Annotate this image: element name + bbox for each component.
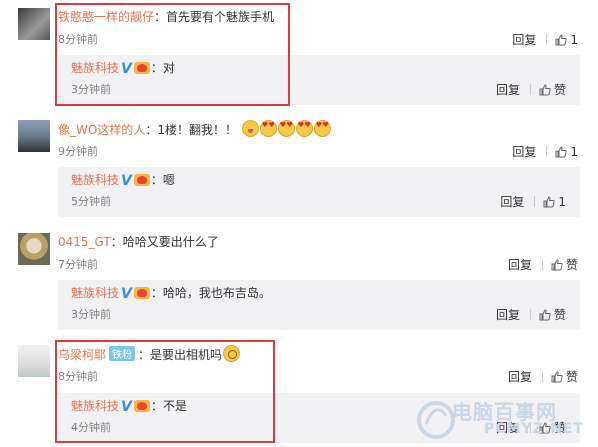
comment-actions: 回复 赞 — [508, 256, 578, 273]
thumbs-up-icon[interactable] — [555, 34, 568, 46]
comment-actions: 回复 赞 — [508, 368, 578, 385]
like-count[interactable]: 1 — [558, 195, 566, 209]
reply-actions: 回复 1 — [500, 193, 566, 210]
reply-timestamp: 3分钟前 — [71, 308, 111, 321]
comment-text: ：1楼！翻我！！ — [145, 123, 237, 137]
verified-icon: V — [121, 286, 132, 302]
like-label[interactable]: 赞 — [554, 83, 566, 97]
divider — [541, 259, 543, 270]
reply-username[interactable]: 魅族科技 — [71, 173, 119, 187]
reply-button[interactable]: 回复 — [508, 370, 532, 384]
reply-actions: 回复 赞 — [496, 81, 566, 98]
comment-text: ：哈哈又要出什么了 — [110, 235, 219, 249]
like-count[interactable]: 1 — [570, 33, 578, 47]
reply-button[interactable]: 回复 — [512, 145, 536, 159]
username[interactable]: 像_WO这样的人 — [58, 123, 145, 137]
reply-timestamp: 5分钟前 — [71, 195, 111, 208]
comment-line: 像_WO这样的人：1楼！翻我！！ — [58, 120, 331, 138]
avatar[interactable] — [18, 233, 50, 265]
reply-username[interactable]: 魅族科技 — [71, 286, 119, 300]
fan-badge-icon — [133, 174, 150, 186]
tongue-emoji-icon — [241, 120, 259, 137]
reply-text: ：哈哈，我也布吉岛。 — [150, 286, 271, 300]
comment-actions: 回复 1 — [512, 31, 578, 48]
comment-line: 0415_GT：哈哈又要出什么了 — [58, 233, 219, 250]
reply-actions: 回复 赞 — [496, 306, 566, 323]
fan-badge-icon — [133, 287, 150, 299]
thumbs-up-icon[interactable] — [543, 196, 556, 208]
avatar[interactable] — [18, 8, 50, 40]
like-count[interactable]: 1 — [570, 145, 578, 159]
divider — [541, 371, 543, 382]
reply-button[interactable]: 回复 — [496, 83, 520, 97]
reply-line: 魅族科技 V ：嗯 — [71, 171, 175, 189]
reply-button[interactable]: 回复 — [512, 33, 536, 47]
divider — [546, 34, 548, 45]
divider — [534, 196, 536, 207]
thumbs-up-icon[interactable] — [539, 309, 551, 321]
divider — [529, 309, 531, 320]
divider — [546, 146, 548, 157]
timestamp: 7分钟前 — [58, 258, 98, 271]
reply-button[interactable]: 回复 — [496, 308, 520, 322]
verified-icon: V — [121, 173, 132, 189]
heart-eyes-emoji-icon — [277, 120, 295, 137]
divider — [529, 84, 531, 95]
comment-actions: 回复 1 — [512, 143, 578, 160]
heart-eyes-emoji-icon — [313, 120, 331, 137]
thumbs-up-icon[interactable] — [551, 259, 563, 271]
reply-box: 魅族科技 V ：嗯 5分钟前 回复 1 — [58, 167, 580, 217]
thumbs-up-icon[interactable] — [551, 371, 563, 383]
watermark-url: PCMYZ.NET — [484, 421, 584, 437]
avatar[interactable] — [18, 120, 50, 152]
username[interactable]: 0415_GT — [58, 235, 111, 249]
highlight-box-top — [55, 3, 290, 106]
avatar[interactable] — [18, 345, 50, 377]
like-label[interactable]: 赞 — [566, 258, 578, 272]
heart-eyes-emoji-icon — [295, 120, 313, 137]
reply-box: 魅族科技 V ：哈哈，我也布吉岛。 3分钟前 回复 赞 — [58, 280, 580, 330]
like-label[interactable]: 赞 — [566, 370, 578, 384]
timestamp: 9分钟前 — [58, 145, 98, 158]
thumbs-up-icon[interactable] — [555, 146, 568, 158]
heart-eyes-emoji-icon — [259, 120, 277, 137]
reply-button[interactable]: 回复 — [500, 195, 524, 209]
highlight-box-bottom — [55, 340, 275, 443]
reply-button[interactable]: 回复 — [508, 258, 532, 272]
thumbs-up-icon[interactable] — [539, 84, 551, 96]
like-label[interactable]: 赞 — [554, 308, 566, 322]
reply-text: ：嗯 — [150, 173, 175, 187]
reply-line: 魅族科技 V ：哈哈，我也布吉岛。 — [71, 284, 271, 302]
